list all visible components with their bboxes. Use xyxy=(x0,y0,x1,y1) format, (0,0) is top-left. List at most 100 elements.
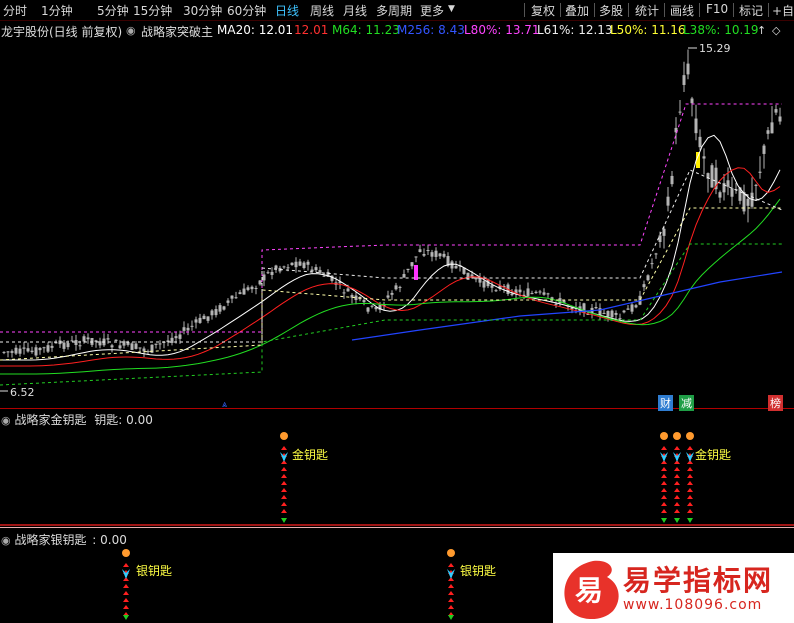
candle-body xyxy=(250,286,254,290)
fib-level-line xyxy=(0,169,783,343)
candle-body xyxy=(658,235,662,242)
candle-body xyxy=(70,340,74,342)
candle-body xyxy=(146,351,150,353)
gold-key-signal-coin xyxy=(686,432,694,440)
gold-key-signal-arrow xyxy=(687,495,693,499)
gold-key-label: 金钥匙 xyxy=(292,447,328,462)
candle-body xyxy=(694,118,698,134)
candle-body xyxy=(142,348,146,352)
gold-key-signal-arrow xyxy=(661,446,667,450)
gold-key-signal-arrow xyxy=(281,488,287,492)
candle-body xyxy=(426,250,430,252)
candle-body xyxy=(78,345,82,347)
candle-body xyxy=(754,184,758,186)
candle-body xyxy=(186,327,190,331)
gold-key-signal-arrow xyxy=(687,509,693,513)
candle-body xyxy=(110,345,114,348)
candle-body xyxy=(158,343,162,345)
m64-line xyxy=(0,198,781,375)
candle-body xyxy=(230,295,234,299)
candle-body xyxy=(630,304,634,312)
reduce-badge[interactable]: 减 xyxy=(679,395,694,411)
candle-body xyxy=(262,274,266,281)
gold-key-signal-arrow xyxy=(661,467,667,471)
candle-body xyxy=(26,348,30,352)
gold-key-signal-arrow xyxy=(281,502,287,506)
gold-key-signal-arrow xyxy=(674,488,680,492)
candle-body xyxy=(298,261,302,266)
candle-body xyxy=(210,310,214,316)
candle-body xyxy=(518,289,522,293)
gold-key-signal-arrow xyxy=(661,474,667,478)
silver-key-signal-coin xyxy=(447,549,455,557)
candle-body xyxy=(226,300,230,303)
candle-body xyxy=(214,309,218,316)
candle-body xyxy=(442,253,446,257)
candle-body xyxy=(430,252,434,257)
candle-body xyxy=(106,338,110,340)
gold-key-signal-coin xyxy=(280,432,288,440)
candle-body xyxy=(38,347,42,351)
gold-key-signal-down-arrow xyxy=(687,518,693,523)
candle-body xyxy=(14,347,18,354)
candle-body xyxy=(482,281,486,288)
candle-body xyxy=(2,351,6,353)
high-price-label: 15.29 xyxy=(699,42,731,55)
candle-body xyxy=(438,253,442,257)
gold-key-signal-arrow xyxy=(674,467,680,471)
candle-body xyxy=(314,267,318,271)
candle-body xyxy=(626,308,630,310)
finance-badge[interactable]: 财 xyxy=(658,395,673,411)
candle-body xyxy=(646,275,650,281)
candle-body xyxy=(410,262,414,267)
gold-key-signal-arrow xyxy=(687,481,693,485)
gold-key-signal-arrow xyxy=(674,481,680,485)
candle-body xyxy=(682,75,686,85)
silver-key-signal-arrow xyxy=(448,598,454,602)
candle-body xyxy=(454,265,458,269)
candle-body xyxy=(774,109,778,113)
candle-body xyxy=(270,271,274,275)
candle-body xyxy=(494,290,498,292)
fib-level-line xyxy=(0,103,782,333)
silver-key-label: 银钥匙 xyxy=(136,564,172,578)
candle-body xyxy=(726,180,730,187)
candle-body xyxy=(134,343,138,349)
candle-body xyxy=(366,307,370,312)
silver-key-signal-arrow xyxy=(123,598,129,602)
ranking-badge[interactable]: 榜 xyxy=(768,395,783,411)
candle-body xyxy=(90,338,94,345)
candle-body xyxy=(6,351,10,353)
candle-body xyxy=(118,345,122,349)
silver-key-signal-down-arrow xyxy=(123,615,129,620)
candle-body xyxy=(422,253,426,256)
gold-key-signal-down-arrow xyxy=(674,518,680,523)
gold-key-signal-arrow xyxy=(687,474,693,478)
gold-key-signal-arrow xyxy=(661,509,667,513)
gold-key-signal-arrow xyxy=(687,446,693,450)
gold-key-signal-arrow xyxy=(281,467,287,471)
candle-body xyxy=(130,343,134,350)
candle-body xyxy=(266,272,270,274)
kline-chart[interactable]: 15.29 6.52 ⩓ 金钥匙 金钥匙 银钥匙 银钥匙 xyxy=(0,0,794,623)
silver-key-label: 银钥匙 xyxy=(460,564,496,578)
candle-body xyxy=(466,272,470,280)
candle-body xyxy=(46,345,50,352)
candle-body xyxy=(394,285,398,290)
candle-body xyxy=(758,171,762,173)
candle-body xyxy=(82,336,86,342)
ma-red-line xyxy=(0,167,781,367)
candle-body xyxy=(542,292,546,295)
candle-body xyxy=(606,311,610,317)
candle-body xyxy=(618,318,622,320)
candle-body xyxy=(594,307,598,309)
candle-body xyxy=(710,165,714,188)
candle-body xyxy=(254,287,258,289)
candle-body xyxy=(310,269,314,272)
candle-body xyxy=(398,286,402,288)
candle-body xyxy=(302,262,306,269)
gold-key-signal-arrow xyxy=(661,495,667,499)
gold-key-signal-arrow xyxy=(674,495,680,499)
candle-body xyxy=(194,319,198,323)
candle-body xyxy=(174,336,178,339)
